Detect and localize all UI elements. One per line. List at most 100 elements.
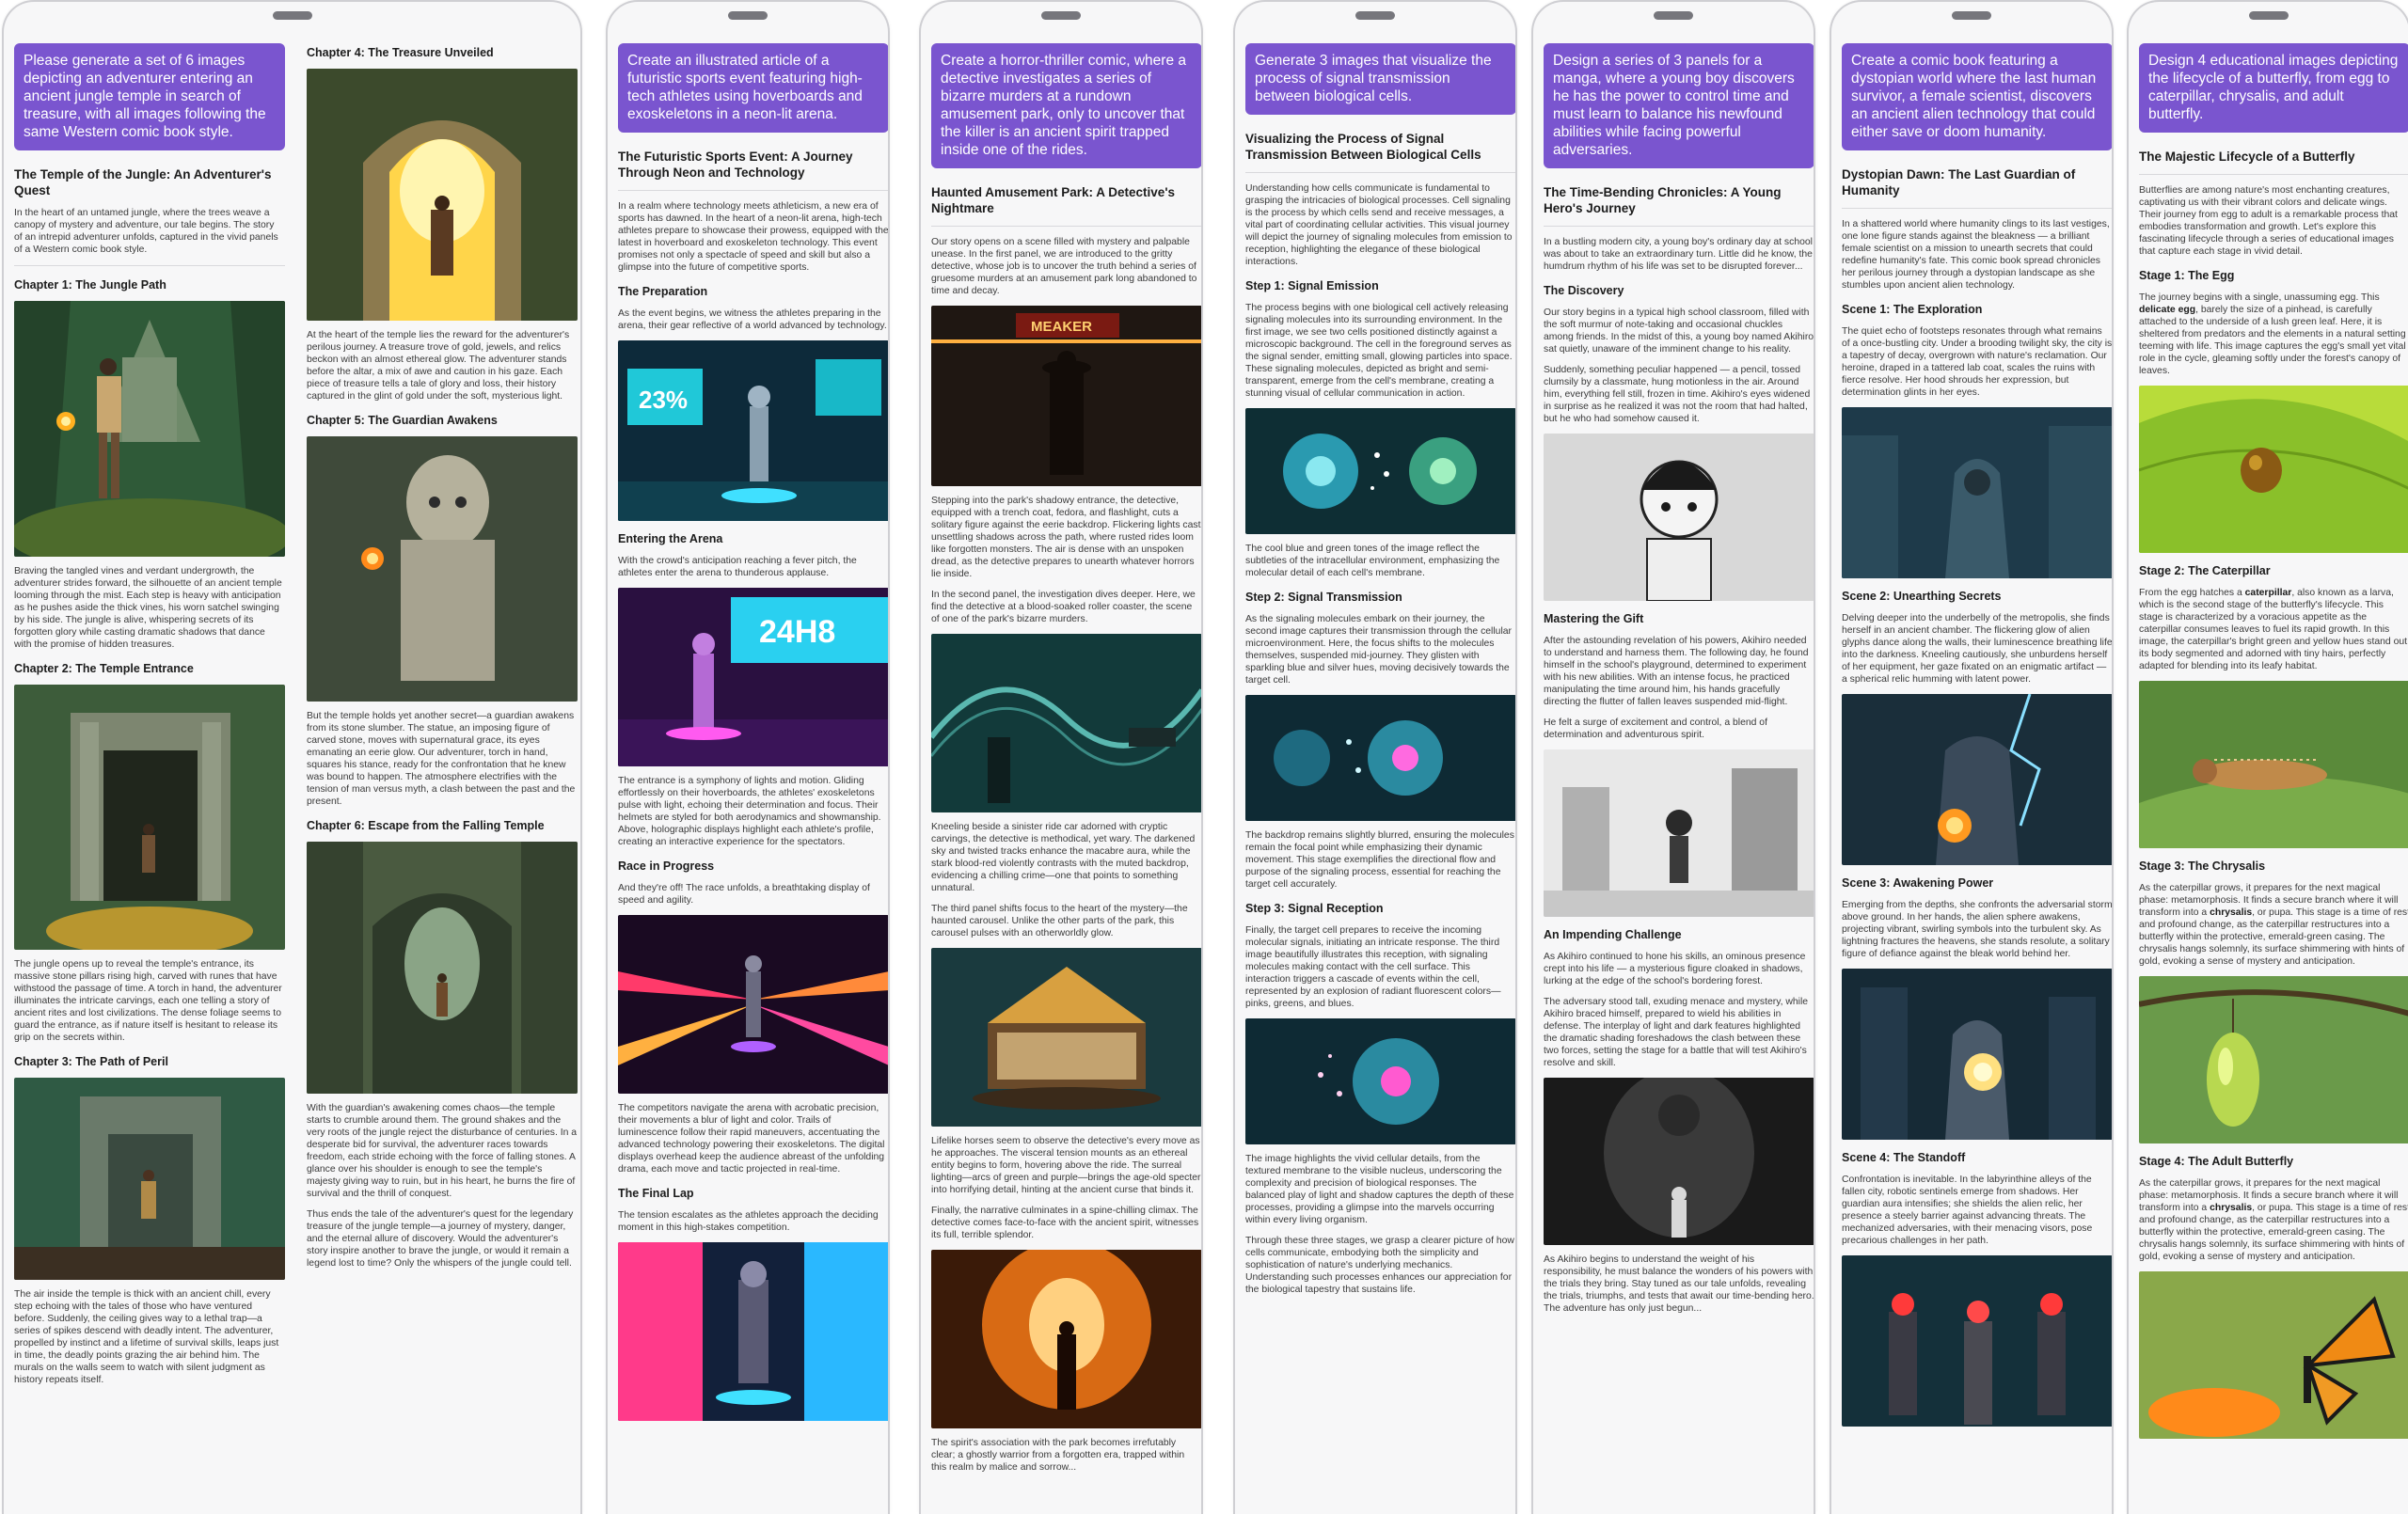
section-text: Stepping into the park's shadowy entranc… — [931, 496, 1201, 579]
divider — [1842, 208, 2112, 209]
divider — [1245, 172, 1515, 173]
park-sign-text: MEAKER — [1031, 319, 1092, 335]
section-text: Finally, the narrative culminates in a s… — [931, 1206, 1199, 1240]
user-prompt-bubble: Please generate a set of 6 images depict… — [14, 43, 285, 150]
section-heading: The Discovery — [1544, 284, 1624, 297]
article-title: The Time-Bending Chronicles: A Young Her… — [1544, 185, 1782, 215]
section-heading: Step 1: Signal Emission — [1245, 279, 1379, 292]
path-of-peril-image — [14, 1078, 285, 1280]
article-outro: As Akihiro begins to understand the weig… — [1544, 1254, 1814, 1314]
section-heading: Step 3: Signal Reception — [1245, 902, 1384, 915]
section-heading: Stage 1: The Egg — [2139, 269, 2235, 282]
section-heading: The Preparation — [618, 285, 708, 298]
treasure-image — [307, 69, 578, 321]
section-text: With the guardian's awakening comes chao… — [307, 1103, 578, 1199]
column-signal[interactable]: Generate 3 images that visualize the pro… — [1245, 43, 1515, 1514]
column-sports[interactable]: Create an illustrated article of a futur… — [618, 43, 888, 1514]
section-text: The tension escalates as the athletes ap… — [618, 1210, 879, 1233]
arena-entry-image: 24H8 — [618, 588, 888, 766]
carousel-image — [931, 948, 1201, 1127]
section-heading: Scene 4: The Standoff — [1842, 1151, 1966, 1164]
roller-coaster-image — [931, 634, 1201, 812]
column-dystopian[interactable]: Create a comic book featuring a dystopia… — [1842, 43, 2113, 1514]
phone-notch — [1355, 11, 1395, 20]
section-text: The adversary stood tall, exuding menace… — [1544, 997, 1809, 1068]
adversary-manga-image — [1544, 1078, 1814, 1245]
race-image — [618, 915, 888, 1094]
section-heading: Stage 2: The Caterpillar — [2139, 564, 2271, 577]
section-heading: Race in Progress — [618, 860, 715, 873]
image-caption: The backdrop remains slightly blurred, e… — [1245, 830, 1514, 890]
phone-notch — [1041, 11, 1081, 20]
section-text: Suddenly, something peculiar happened — … — [1544, 365, 1811, 424]
section-heading: Stage 4: The Adult Butterfly — [2139, 1155, 2294, 1168]
image-caption: The image highlights the vivid cellular … — [1245, 1154, 1514, 1225]
column-jungle-left[interactable]: Please generate a set of 6 images depict… — [14, 43, 285, 1514]
divider — [1544, 226, 1814, 227]
signal-emission-image — [1245, 408, 1515, 534]
column-haunted[interactable]: Create a horror-thriller comic, where a … — [931, 43, 1201, 1514]
article-outro: Through these three stages, we grasp a c… — [1245, 1236, 1514, 1295]
temple-entrance-image — [14, 685, 285, 950]
section-text: The jungle opens up to reveal the temple… — [14, 959, 282, 1043]
chrysalis-image — [2139, 976, 2408, 1143]
section-heading: Scene 1: The Exploration — [1842, 303, 1983, 316]
user-prompt-bubble: Create an illustrated article of a futur… — [618, 43, 888, 133]
phone-notch — [2249, 11, 2289, 20]
article-intro: Our story opens on a scene filled with m… — [931, 237, 1197, 296]
section-heading: Mastering the Gift — [1544, 612, 1644, 625]
section-heading: Chapter 1: The Jungle Path — [14, 278, 166, 292]
section-text: At the heart of the temple lies the rewa… — [307, 330, 570, 402]
awakening-image — [1842, 969, 2112, 1140]
section-heading: Scene 2: Unearthing Secrets — [1842, 590, 2002, 603]
section-text: Lifelike horses seem to observe the dete… — [931, 1136, 1201, 1195]
butterfly-image — [2139, 1271, 2408, 1439]
section-text: The journey begins with a single, unassu… — [2139, 292, 2406, 376]
section-text: The quiet echo of footsteps resonates th… — [1842, 326, 2113, 398]
divider — [2139, 174, 2408, 175]
phone-futuristic-sports: Create an illustrated article of a futur… — [606, 0, 890, 1514]
column-butterfly[interactable]: Design 4 educational images depicting th… — [2139, 43, 2408, 1514]
exploration-image — [1842, 407, 2112, 578]
section-heading: Chapter 4: The Treasure Unveiled — [307, 46, 494, 59]
article-title: Visualizing the Process of Signal Transm… — [1245, 132, 1481, 162]
section-text: Delving deeper into the underbelly of th… — [1842, 613, 2113, 685]
column-manga[interactable]: Design a series of 3 panels for a manga,… — [1544, 43, 1814, 1514]
user-prompt-bubble: Create a comic book featuring a dystopia… — [1842, 43, 2112, 150]
column-jungle-right[interactable]: Chapter 4: The Treasure Unveiled At the … — [307, 43, 578, 1514]
article-outro: Thus ends the tale of the adventurer's q… — [307, 1209, 574, 1269]
section-text: Braving the tangled vines and verdant un… — [14, 566, 282, 650]
section-heading: Scene 3: Awakening Power — [1842, 876, 1994, 890]
mastering-manga-image — [1544, 749, 1814, 917]
section-text: Finally, the target cell prepares to rec… — [1245, 925, 1501, 1009]
signal-transmission-image — [1245, 695, 1515, 821]
section-text: Confrontation is inevitable. In the laby… — [1842, 1175, 2093, 1246]
section-heading: Entering the Arena — [618, 532, 723, 545]
section-text: The third panel shifts focus to the hear… — [931, 904, 1188, 938]
section-heading: Chapter 3: The Path of Peril — [14, 1055, 168, 1068]
section-text: As the caterpillar grows, it prepares fo… — [2139, 883, 2408, 967]
section-text: From the egg hatches a caterpillar, also… — [2139, 588, 2408, 671]
section-text: With the crowd's anticipation reaching a… — [618, 556, 857, 578]
section-heading: Chapter 2: The Temple Entrance — [14, 662, 194, 675]
scoreboard-text: 23% — [639, 386, 688, 414]
jungle-path-image — [14, 301, 285, 557]
section-text: As the signaling molecules embark on the… — [1245, 614, 1513, 686]
section-heading: Stage 3: The Chrysalis — [2139, 860, 2266, 873]
user-prompt-bubble: Create a horror-thriller comic, where a … — [931, 43, 1201, 168]
section-text: He felt a surge of excitement and contro… — [1544, 718, 1767, 740]
user-prompt-bubble: Design 4 educational images depicting th… — [2139, 43, 2408, 133]
article-title: Dystopian Dawn: The Last Guardian of Hum… — [1842, 167, 2076, 197]
article-title: The Temple of the Jungle: An Adventurer'… — [14, 167, 272, 197]
egg-image — [2139, 386, 2408, 553]
section-heading: Chapter 6: Escape from the Falling Templ… — [307, 819, 545, 832]
phone-butterfly-lifecycle: Design 4 educational images depicting th… — [2127, 0, 2408, 1514]
user-prompt-bubble: Design a series of 3 panels for a manga,… — [1544, 43, 1814, 168]
article-intro: In the heart of an untamed jungle, where… — [14, 208, 278, 255]
phone-signal-transmission: Generate 3 images that visualize the pro… — [1233, 0, 1517, 1514]
section-text: Emerging from the depths, she confronts … — [1842, 900, 2113, 959]
phone-notch — [1952, 11, 1991, 20]
section-text: In the second panel, the investigation d… — [931, 590, 1196, 624]
article-intro: In a bustling modern city, a young boy's… — [1544, 237, 1813, 272]
phone-jungle-temple: Please generate a set of 6 images depict… — [2, 0, 582, 1514]
